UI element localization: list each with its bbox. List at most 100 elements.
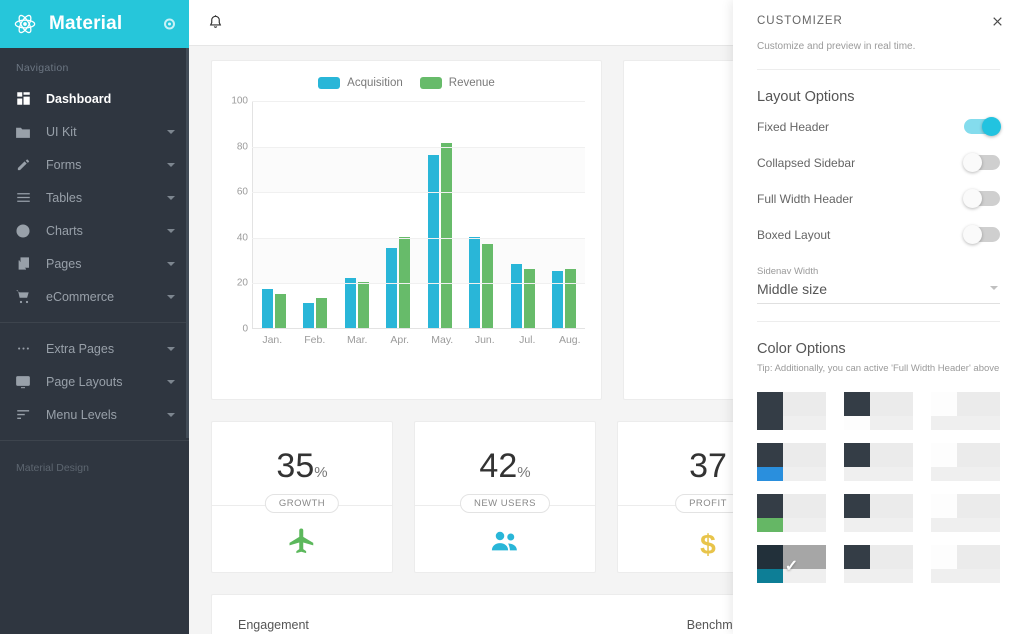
swatch-sidebar [844,545,870,569]
color-swatch-7[interactable] [757,494,826,532]
bar-acquisition-Jan[interactable] [261,289,273,328]
swatch-sidebar-body [757,545,783,569]
bar-revenue-Jun[interactable] [482,243,494,328]
swatch-main [956,392,1000,416]
nav-section-title: Navigation [16,62,69,74]
chevron-down-icon [167,346,175,351]
dashboard-page: Material Navigation Dashboard UI Kit For… [0,0,1024,634]
bar-revenue-May[interactable] [440,143,452,328]
sidebar-item-label: Extra Pages [46,341,115,356]
bar-group [502,101,544,328]
sidebar-item-page-layouts[interactable]: Page Layouts [0,365,189,398]
option-row-fixed-header: Fixed Header [757,112,1001,141]
chart-y-tick-label: 60 [236,186,248,198]
stat-card-growth: 35% GROWTH [211,421,393,573]
bar-acquisition-Aug[interactable] [552,271,564,328]
airplane-icon [287,526,317,561]
color-swatch-6[interactable] [931,443,1000,481]
option-row-full-width-header: Full Width Header [757,184,1000,213]
bar-revenue-Aug[interactable] [565,268,577,328]
sidebar-item-dashboard[interactable]: Dashboard [0,82,189,115]
chart-gridline [252,237,585,239]
chart-x-tick-label: Jul. [519,334,536,346]
bar-revenue-Jan[interactable] [274,293,286,328]
monitor-icon [14,373,32,391]
color-swatch-1[interactable] [757,392,826,430]
toggle-boxed-layout[interactable] [963,225,1000,244]
option-label: Fixed Header [757,119,830,134]
toggle-collapsed-sidebar[interactable] [963,153,1000,172]
swatch-sidebar [844,443,870,467]
toggle-full-width-header[interactable] [963,189,1000,208]
bar-acquisition-May[interactable] [427,154,439,328]
option-label: Boxed Layout [757,227,831,242]
bar-acquisition-Feb[interactable] [303,302,315,328]
chevron-down-icon [167,129,175,134]
color-swatch-4[interactable] [757,443,826,481]
chart-x-tick-label: Aug. [558,334,581,346]
swatch-sidebar [757,392,783,430]
nav-list-secondary: Extra Pages Page Layouts Menu Levels [0,332,189,431]
bar-revenue-Feb[interactable] [316,298,328,328]
bar-group [295,101,337,328]
swatch-main [869,545,913,569]
nav-divider-2 [0,440,189,441]
sidebar-item-extra-pages[interactable]: Extra Pages [0,332,189,365]
toggle-knob [963,153,982,172]
swatch-sidebar [844,494,870,518]
dollar-sign-icon: $ [695,526,721,563]
sidebar-item-label: UI Kit [46,124,77,139]
bell-icon[interactable] [207,13,224,32]
sidebar-item-ecommerce[interactable]: eCommerce [0,280,189,313]
color-swatch-10[interactable]: ✓ [757,545,826,583]
close-icon[interactable] [986,10,1008,32]
people-icon [489,526,521,561]
legend-label: Acquisition [347,77,403,89]
swatch-sidebar-body [844,392,870,416]
bar-acquisition-Jul[interactable] [510,264,522,328]
bar-revenue-Mar[interactable] [357,282,369,328]
color-swatch-5[interactable] [844,443,913,481]
sidebar-item-pages[interactable]: Pages [0,247,189,280]
sidebar-item-ui-kit[interactable]: UI Kit [0,115,189,148]
acquisition-revenue-chart-card: Acquisition Revenue 0 20 40 60 80 100 Jan [211,60,602,400]
chevron-down-icon [167,228,175,233]
chevron-down-icon [167,294,175,299]
color-swatch-8[interactable] [844,494,913,532]
sidebar-item-forms[interactable]: Forms [0,148,189,181]
stat-value: 35% [276,447,328,485]
color-swatch-9[interactable] [931,494,1000,532]
chart-x-tick-label: Mar. [347,334,368,346]
record-dot-icon[interactable] [164,18,175,30]
swatch-main [956,443,1000,467]
atom-icon [14,13,36,35]
color-swatch-11[interactable] [844,545,913,583]
brand-header[interactable]: Material [0,0,189,48]
chart-legend: Acquisition Revenue [222,77,591,89]
chart-x-tick-label: Jun. [474,334,495,346]
toggle-knob [982,117,1001,136]
swatch-sidebar [931,443,957,467]
color-swatch-3[interactable] [931,392,1000,430]
stat-unit: % [314,464,328,481]
sidebar-item-tables[interactable]: Tables [0,181,189,214]
legend-item-revenue[interactable]: Revenue [419,77,495,89]
sidenav-width-select[interactable]: Sidenav Width Middle size [757,266,1000,304]
customizer-title: CUSTOMIZER [757,15,843,27]
legend-item-acquisition[interactable]: Acquisition [318,77,403,89]
sidenav-width-label: Sidenav Width [757,266,819,277]
bar-acquisition-Apr[interactable] [386,248,398,328]
sidebar-item-charts[interactable]: Charts [0,214,189,247]
copy-icon [14,255,32,273]
swatch-main [956,494,1000,518]
bar-revenue-Jul[interactable] [523,268,535,328]
color-swatch-12[interactable] [931,545,1000,583]
bar-acquisition-Mar[interactable] [344,277,356,328]
toggle-fixed-header[interactable] [964,117,1001,136]
chart-y-tick-label: 100 [231,95,248,107]
color-swatch-2[interactable] [844,392,913,430]
legend-swatch [419,77,442,89]
pie-chart-icon [14,222,32,240]
sidebar-item-menu-levels[interactable]: Menu Levels [0,398,189,431]
customizer-panel: CUSTOMIZER Customize and preview in real… [733,0,1024,634]
